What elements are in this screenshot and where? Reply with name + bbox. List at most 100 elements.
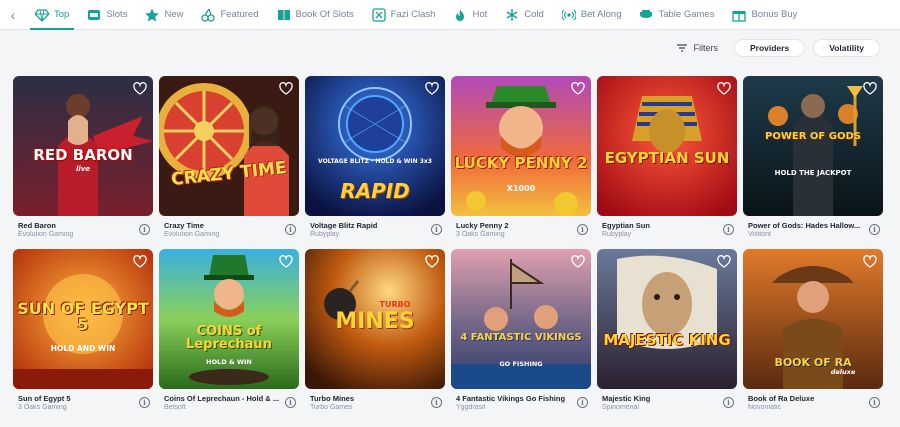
game-logo-subtext: GO FISHING: [499, 360, 543, 368]
favorite-heart-icon[interactable]: [571, 255, 585, 269]
game-card-lucky-penny-2[interactable]: LUCKY PENNY 2 X1000 Lucky Penny 2 3 Oaks…: [451, 76, 591, 246]
tab-label: Top: [54, 9, 70, 20]
tab-table-games[interactable]: Table Games: [630, 0, 723, 30]
game-card-egyptian-sun[interactable]: EGYPTIAN SUN Egyptian Sun Rubyplay i: [597, 76, 737, 246]
game-info-icon[interactable]: i: [723, 224, 734, 235]
volatility-button[interactable]: Volatility: [813, 39, 880, 57]
game-logo-subtext: TURBO: [379, 300, 411, 309]
game-title: Egyptian Sun: [602, 221, 650, 230]
tab-label: Featured: [220, 9, 259, 20]
favorite-heart-icon[interactable]: [133, 255, 147, 269]
tab-label: Slots: [106, 9, 128, 20]
favorite-heart-icon[interactable]: [571, 82, 585, 96]
favorite-heart-icon[interactable]: [279, 82, 293, 96]
filter-lines-icon: [677, 44, 688, 52]
tab-bet-along[interactable]: Bet Along: [553, 0, 631, 30]
favorite-heart-icon[interactable]: [425, 255, 439, 269]
game-thumbnail[interactable]: BOOK OF RA deluxe: [743, 249, 883, 389]
game-info-icon[interactable]: i: [577, 397, 588, 408]
tab-new[interactable]: New: [136, 0, 192, 30]
favorite-heart-icon[interactable]: [425, 82, 439, 96]
tab-label: Book Of Slots: [295, 9, 354, 20]
game-provider: Spinomenal: [602, 404, 639, 411]
game-card-majestic-king[interactable]: MAJESTIC KING Majestic King Spinomenal i: [597, 249, 737, 419]
tab-cold[interactable]: Cold: [496, 0, 553, 30]
game-info-icon[interactable]: i: [431, 224, 442, 235]
tab-bonus-buy[interactable]: Bonus Buy: [723, 0, 806, 30]
game-card-4-fantastic-vikings[interactable]: 4 FANTASTIC VIKINGS GO FISHING 4 Fantast…: [451, 249, 591, 419]
game-logo-text: RAPID: [340, 179, 410, 203]
game-logo-subtext: VOLTAGE BLITZ · HOLD & WIN 3x3: [318, 158, 432, 165]
game-thumbnail[interactable]: COINS of Leprechaun HOLD & WIN: [159, 249, 299, 389]
tab-label: Fazi Clash: [390, 9, 436, 20]
game-thumbnail[interactable]: CRAZY TIME: [159, 76, 299, 216]
game-info-icon[interactable]: i: [139, 397, 150, 408]
tab-label: New: [164, 9, 184, 20]
favorite-heart-icon[interactable]: [863, 82, 877, 96]
favorite-heart-icon[interactable]: [133, 82, 147, 96]
game-thumbnail[interactable]: EGYPTIAN SUN: [597, 76, 737, 216]
filters-button[interactable]: Filters: [669, 39, 726, 57]
game-thumbnail[interactable]: LUCKY PENNY 2 X1000: [451, 76, 591, 216]
game-info-icon[interactable]: i: [869, 224, 880, 235]
game-title: Lucky Penny 2: [456, 221, 509, 230]
favorite-heart-icon[interactable]: [717, 82, 731, 96]
favorite-heart-icon[interactable]: [717, 255, 731, 269]
game-info-icon[interactable]: i: [285, 224, 296, 235]
favorite-heart-icon[interactable]: [279, 255, 293, 269]
tab-label: Bet Along: [580, 9, 622, 20]
game-card-sun-of-egypt-5[interactable]: SUN OF EGYPT 5 HOLD AND WIN Sun of Egypt…: [13, 249, 153, 419]
crazy-time-artwork: [159, 76, 299, 216]
game-info-icon[interactable]: i: [431, 397, 442, 408]
game-card-book-of-ra-deluxe[interactable]: BOOK OF RA deluxe Book of Ra Deluxe Novo…: [743, 249, 883, 419]
broadcast-icon: [561, 9, 576, 20]
table-icon: [640, 9, 653, 18]
game-logo-subtext: deluxe: [830, 368, 856, 376]
game-card-voltage-blitz-rapid[interactable]: RAPID VOLTAGE BLITZ · HOLD & WIN 3x3 Vol…: [305, 76, 445, 246]
game-info-icon[interactable]: i: [723, 397, 734, 408]
game-provider: Turbo Games: [310, 404, 353, 411]
providers-button[interactable]: Providers: [733, 39, 806, 57]
filter-bar: Filters Providers Volatility: [669, 39, 880, 57]
tab-slots[interactable]: Slots: [78, 0, 136, 30]
cherries-icon: [201, 8, 216, 22]
tab-label: Hot: [472, 9, 488, 20]
game-info-icon[interactable]: i: [577, 224, 588, 235]
nav-back-arrow-icon[interactable]: ‹: [0, 0, 26, 30]
game-title: Coins Of Leprechaun - Hold & ...: [164, 394, 279, 403]
game-card-crazy-time[interactable]: CRAZY TIME Crazy Time Evolution Gaming i: [159, 76, 299, 246]
game-thumbnail[interactable]: TURBO MINES: [305, 249, 445, 389]
game-provider: Rubyplay: [602, 231, 632, 238]
game-card-turbo-mines[interactable]: TURBO MINES Turbo Mines Turbo Games i: [305, 249, 445, 419]
game-thumbnail[interactable]: RAPID VOLTAGE BLITZ · HOLD & WIN 3x3: [305, 76, 445, 216]
favorite-heart-icon[interactable]: [863, 255, 877, 269]
game-thumbnail[interactable]: POWER OF GODS HOLD THE JACKPOT: [743, 76, 883, 216]
game-card-red-baron[interactable]: RED BARON live Red Baron Evolution Gamin…: [13, 76, 153, 246]
game-provider: Novomatic: [748, 404, 782, 411]
tab-top[interactable]: Top: [26, 0, 78, 30]
tab-book-of-slots[interactable]: Book Of Slots: [268, 0, 363, 30]
game-provider: Evolution Gaming: [18, 231, 74, 238]
lucky-penny-2-artwork: [451, 76, 591, 216]
game-info-icon[interactable]: i: [139, 224, 150, 235]
game-logo-subtext: X1000: [506, 184, 536, 193]
game-card-coins-of-leprechaun[interactable]: COINS of Leprechaun HOLD & WIN Coins Of …: [159, 249, 299, 419]
game-logo-text: EGYPTIAN SUN: [604, 149, 730, 167]
game-card-power-of-gods[interactable]: POWER OF GODS HOLD THE JACKPOT Power of …: [743, 76, 883, 246]
game-thumbnail[interactable]: 4 FANTASTIC VIKINGS GO FISHING: [451, 249, 591, 389]
star-icon: [145, 8, 160, 21]
game-provider: Evolution Gaming: [164, 231, 220, 238]
tab-featured[interactable]: Featured: [192, 0, 267, 30]
game-thumbnail[interactable]: MAJESTIC KING: [597, 249, 737, 389]
game-thumbnail[interactable]: SUN OF EGYPT 5 HOLD AND WIN: [13, 249, 153, 389]
game-thumbnail[interactable]: RED BARON live: [13, 76, 153, 216]
tab-hot[interactable]: Hot: [444, 0, 496, 30]
game-logo-text: 4 FANTASTIC VIKINGS: [460, 332, 582, 343]
game-title: Crazy Time: [164, 221, 204, 230]
fantastic-vikings-artwork: [451, 249, 591, 389]
game-info-icon[interactable]: i: [869, 397, 880, 408]
game-info-icon[interactable]: i: [285, 397, 296, 408]
slot-machine-icon: [88, 9, 101, 20]
tab-fazi-clash[interactable]: Fazi Clash: [363, 0, 445, 30]
egyptian-sun-artwork: [597, 76, 737, 216]
